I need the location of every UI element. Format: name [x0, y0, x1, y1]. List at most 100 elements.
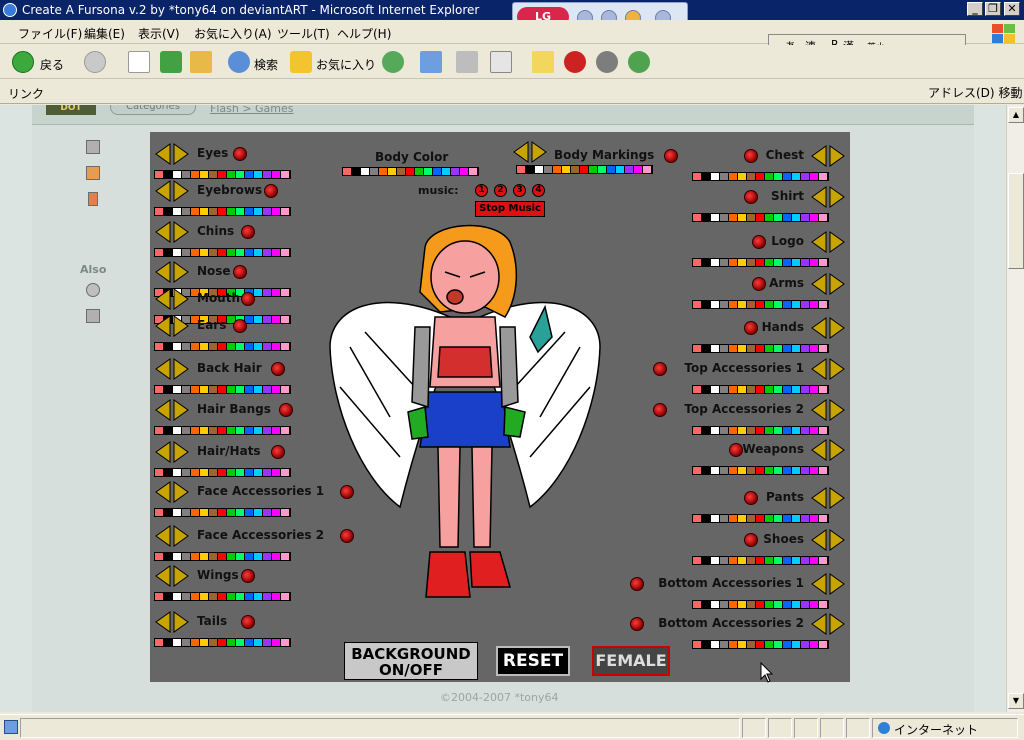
shirt-color-button[interactable]	[744, 190, 758, 204]
palette-swatch[interactable]	[209, 427, 218, 434]
palette-swatch[interactable]	[729, 467, 738, 474]
palette-swatch[interactable]	[738, 467, 747, 474]
info-icon[interactable]	[86, 283, 100, 297]
face-accessories-1-color-button[interactable]	[339, 485, 354, 499]
palette-swatch[interactable]	[281, 171, 290, 178]
scroll-up-arrow-icon[interactable]: ▲	[1008, 107, 1024, 123]
palette-swatch[interactable]	[774, 301, 783, 308]
hair-bangs-palette[interactable]	[154, 426, 291, 435]
palette-swatch[interactable]	[227, 171, 236, 178]
next-arrow-icon[interactable]	[828, 185, 846, 209]
palette-swatch[interactable]	[155, 639, 164, 646]
palette-swatch[interactable]	[227, 469, 236, 476]
categories-button[interactable]: Categories	[110, 105, 196, 115]
hair-hats-arrows[interactable]	[154, 440, 190, 464]
palette-swatch[interactable]	[747, 601, 756, 608]
palette-swatch[interactable]	[702, 641, 711, 648]
next-arrow-icon[interactable]	[828, 230, 846, 254]
palette-swatch[interactable]	[702, 173, 711, 180]
palette-swatch[interactable]	[182, 427, 191, 434]
palette-swatch[interactable]	[200, 469, 209, 476]
fursona-flash-app[interactable]: Body Color Body Markings music: 1 2 3 4 …	[150, 132, 850, 682]
palette-swatch[interactable]	[765, 386, 774, 393]
palette-swatch[interactable]	[245, 316, 254, 323]
palette-swatch[interactable]	[738, 601, 747, 608]
prev-arrow-icon[interactable]	[810, 144, 828, 168]
palette-swatch[interactable]	[236, 208, 245, 215]
chest-color-button[interactable]	[744, 149, 758, 163]
palette-swatch[interactable]	[191, 427, 200, 434]
palette-swatch[interactable]	[272, 639, 281, 646]
palette-swatch[interactable]	[218, 509, 227, 516]
palette-swatch[interactable]	[272, 469, 281, 476]
palette-swatch[interactable]	[254, 553, 263, 560]
palette-swatch[interactable]	[765, 601, 774, 608]
palette-swatch[interactable]	[634, 166, 643, 173]
palette-swatch[interactable]	[254, 593, 263, 600]
palette-swatch[interactable]	[209, 509, 218, 516]
palette-swatch[interactable]	[756, 557, 765, 564]
bottom-accessories-1-palette[interactable]	[692, 600, 829, 609]
shoes-color-button[interactable]	[744, 533, 758, 547]
hands-palette[interactable]	[692, 344, 829, 353]
palette-swatch[interactable]	[756, 173, 765, 180]
prev-arrow-icon[interactable]	[154, 220, 172, 244]
chins-palette[interactable]	[154, 248, 291, 257]
gender-toggle-button[interactable]: FEMALE	[592, 646, 670, 676]
palette-swatch[interactable]	[792, 427, 801, 434]
palette-swatch[interactable]	[272, 249, 281, 256]
palette-swatch[interactable]	[245, 427, 254, 434]
eyebrows-palette[interactable]	[154, 207, 291, 216]
palette-swatch[interactable]	[254, 639, 263, 646]
palette-swatch[interactable]	[783, 641, 792, 648]
palette-swatch[interactable]	[819, 386, 828, 393]
mail-button[interactable]	[418, 49, 448, 75]
hands-color-button[interactable]	[744, 321, 758, 335]
palette-swatch[interactable]	[643, 166, 652, 173]
palette-swatch[interactable]	[765, 345, 774, 352]
palette-swatch[interactable]	[810, 467, 819, 474]
prev-arrow-icon[interactable]	[154, 524, 172, 548]
palette-swatch[interactable]	[272, 208, 281, 215]
palette-swatch[interactable]	[263, 593, 272, 600]
palette-swatch[interactable]	[711, 557, 720, 564]
top-accessories-2-palette[interactable]	[692, 426, 829, 435]
prev-arrow-icon[interactable]	[154, 610, 172, 634]
palette-swatch[interactable]	[765, 427, 774, 434]
prev-arrow-icon[interactable]	[810, 572, 828, 596]
palette-swatch[interactable]	[236, 593, 245, 600]
arms-color-button[interactable]	[751, 277, 766, 291]
palette-swatch[interactable]	[182, 171, 191, 178]
palette-swatch[interactable]	[801, 557, 810, 564]
next-arrow-icon[interactable]	[172, 480, 190, 504]
palette-swatch[interactable]	[209, 469, 218, 476]
palette-swatch[interactable]	[729, 345, 738, 352]
palette-swatch[interactable]	[774, 515, 783, 522]
palette-swatch[interactable]	[756, 259, 765, 266]
palette-swatch[interactable]	[200, 553, 209, 560]
next-arrow-icon[interactable]	[172, 287, 190, 311]
palette-swatch[interactable]	[756, 345, 765, 352]
palette-swatch[interactable]	[209, 386, 218, 393]
palette-swatch[interactable]	[164, 427, 173, 434]
palette-swatch[interactable]	[774, 214, 783, 221]
palette-swatch[interactable]	[819, 557, 828, 564]
back-hair-palette[interactable]	[154, 385, 291, 394]
palette-swatch[interactable]	[173, 553, 182, 560]
palette-swatch[interactable]	[191, 249, 200, 256]
palette-swatch[interactable]	[711, 515, 720, 522]
palette-swatch[interactable]	[236, 427, 245, 434]
mouth-color-button[interactable]	[241, 292, 255, 306]
palette-swatch[interactable]	[173, 469, 182, 476]
palette-swatch[interactable]	[819, 214, 828, 221]
palette-swatch[interactable]	[155, 343, 164, 350]
palette-swatch[interactable]	[783, 301, 792, 308]
weapons-arrows[interactable]	[810, 438, 846, 462]
next-arrow-icon[interactable]	[828, 316, 846, 340]
palette-swatch[interactable]	[155, 386, 164, 393]
palette-swatch[interactable]	[263, 316, 272, 323]
palette-swatch[interactable]	[272, 509, 281, 516]
prev-arrow-icon[interactable]	[154, 398, 172, 422]
palette-swatch[interactable]	[164, 469, 173, 476]
palette-swatch[interactable]	[819, 301, 828, 308]
